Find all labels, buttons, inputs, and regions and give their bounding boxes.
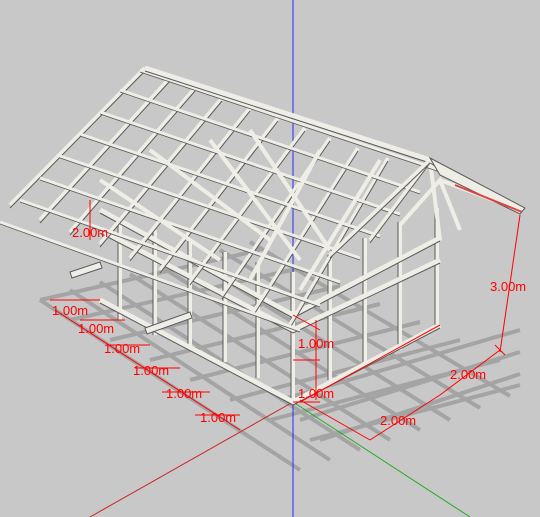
dim-left-front-2: 1.00m [78,321,114,336]
dim-right-depth-a: 2.00m [380,413,416,428]
dim-left-height: 2.00m [72,225,108,240]
dim-left-front-5: 1.00m [166,386,202,401]
dim-left-front-1: 1.00m [52,303,88,318]
dim-left-front-6: 1.00m [200,410,236,425]
scene-canvas[interactable]: 1.00m 1.00m 1.00m 1.00m 1.00m 1.00m 2.00… [0,0,540,517]
dim-center-upper: 1.00m [298,336,334,351]
ground-shadow [38,240,521,472]
dim-right-depth-b: 2.00m [450,367,486,382]
dim-left-front-4: 1.00m [133,363,169,378]
dim-center-lower: 1.00m [298,386,334,401]
dim-left-front-3: 1.00m [104,341,140,356]
model-viewport[interactable]: 1.00m 1.00m 1.00m 1.00m 1.00m 1.00m 2.00… [0,0,540,517]
dim-right-height: 3.00m [490,279,526,294]
axis-red-line [89,401,294,517]
